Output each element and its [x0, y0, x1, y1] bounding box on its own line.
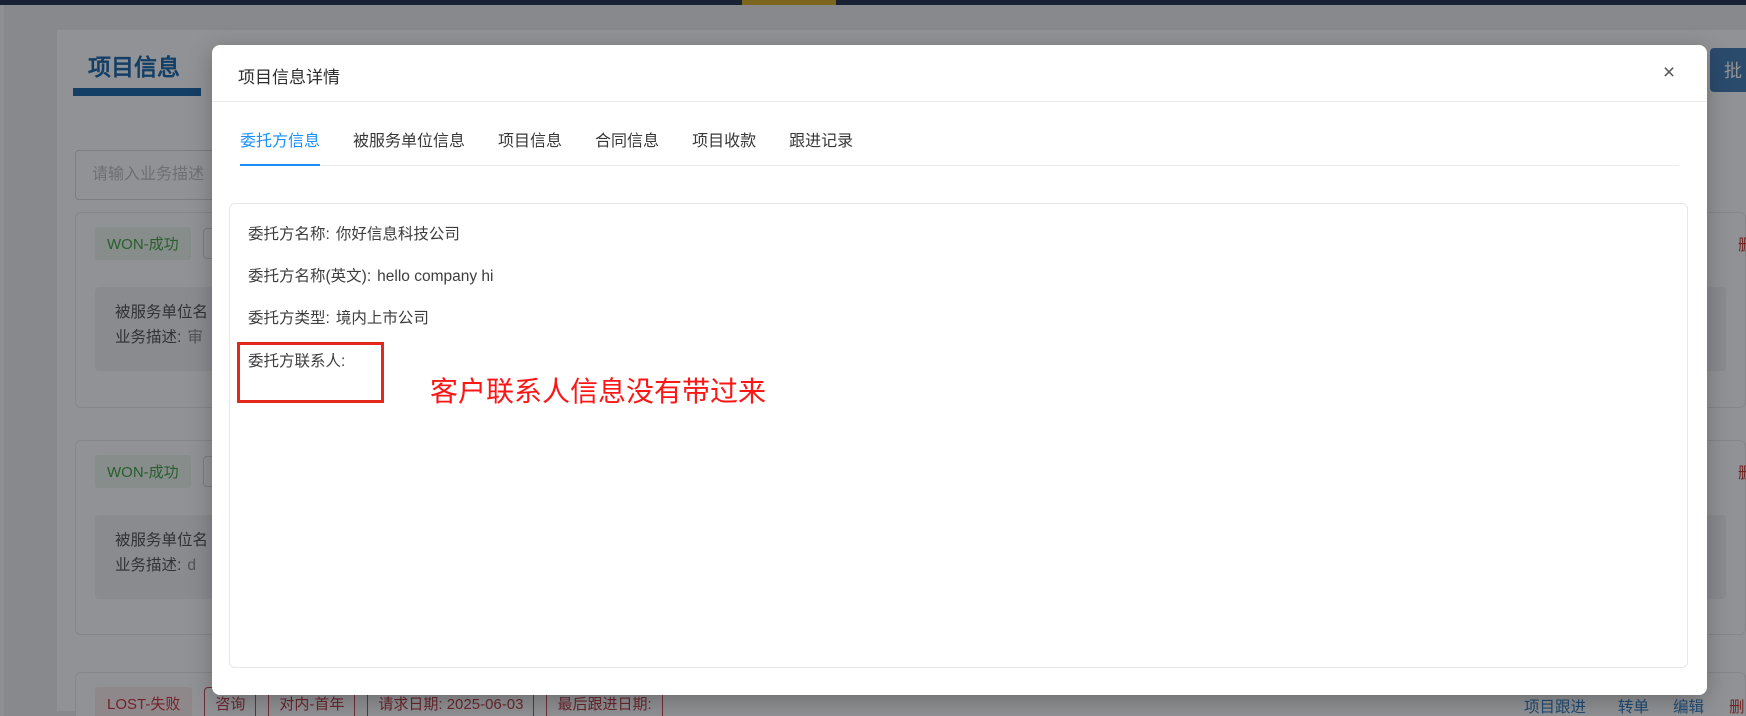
screen: 项目信息 批 WON-成功 删 被服务单位名 业务描述:审 WON-成功 删 — [0, 0, 1746, 716]
tab-project-info[interactable]: 项目信息 — [498, 127, 562, 166]
field-client-name: 委托方名称: 你好信息科技公司 — [248, 226, 460, 243]
modal-header-divider — [212, 101, 1707, 102]
tab-followup-records[interactable]: 跟进记录 — [789, 127, 853, 166]
tab-project-receipts[interactable]: 项目收款 — [692, 127, 756, 166]
modal-tabs: 委托方信息 被服务单位信息 项目信息 合同信息 项目收款 跟进记录 — [240, 127, 1679, 166]
close-icon[interactable]: × — [1653, 57, 1685, 89]
annotation-text: 客户联系人信息没有带过来 — [430, 377, 767, 408]
field-client-name-en: 委托方名称(英文): hello company hi — [248, 268, 494, 285]
modal-title: 项目信息详情 — [238, 68, 340, 87]
tab-client-info[interactable]: 委托方信息 — [240, 127, 321, 166]
tab-served-unit-info[interactable]: 被服务单位信息 — [353, 127, 465, 166]
field-client-type: 委托方类型: 境内上市公司 — [248, 310, 429, 327]
highlight-red-box — [237, 342, 384, 403]
client-info-panel: 委托方名称: 你好信息科技公司 委托方名称(英文): hello company h… — [229, 203, 1688, 668]
tab-contract-info[interactable]: 合同信息 — [595, 127, 659, 166]
